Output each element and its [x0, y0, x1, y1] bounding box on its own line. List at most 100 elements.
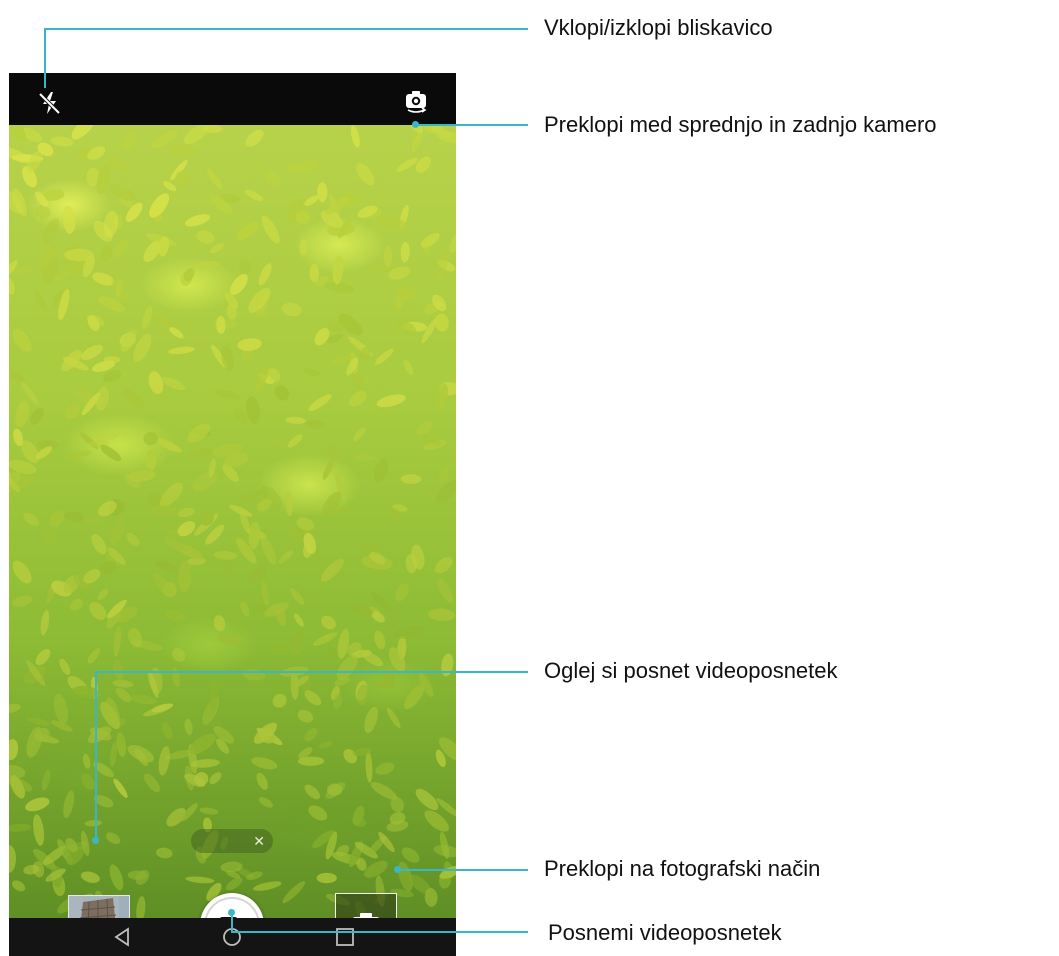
- leaf: [33, 814, 45, 846]
- leaf: [216, 634, 245, 644]
- leaf: [297, 709, 314, 723]
- leaf: [309, 263, 319, 283]
- beauty-mode-tag[interactable]: ✕: [191, 829, 273, 853]
- leaf: [322, 455, 336, 480]
- flash-callout-label: Vklopi/izklopi bliskavico: [544, 15, 773, 40]
- leaf: [290, 630, 306, 655]
- leaf: [40, 610, 50, 636]
- leaf: [308, 394, 332, 411]
- leaf: [136, 896, 146, 918]
- leaf: [270, 642, 290, 655]
- leaf: [281, 302, 302, 317]
- leaf: [168, 346, 195, 355]
- leaf: [177, 507, 195, 518]
- leaf: [193, 260, 221, 270]
- leaf: [209, 243, 225, 254]
- leaf: [388, 266, 411, 280]
- leaf: [351, 816, 367, 827]
- leaf: [113, 626, 122, 657]
- back-triangle-icon[interactable]: [111, 926, 133, 948]
- leaf: [349, 390, 367, 407]
- leaf: [375, 762, 395, 775]
- leaf: [216, 316, 226, 334]
- leaf: [164, 610, 186, 622]
- view-video-callout-line-v: [95, 671, 97, 841]
- leaf: [59, 658, 71, 675]
- leaf: [100, 246, 113, 262]
- leaf: [9, 764, 26, 779]
- leaf: [434, 557, 453, 574]
- leaf: [148, 505, 178, 517]
- leaf: [84, 820, 102, 827]
- leaf: [304, 727, 318, 742]
- leaf: [321, 615, 336, 630]
- leaf: [352, 371, 364, 388]
- leaf: [264, 171, 280, 187]
- leaf: [42, 218, 60, 244]
- leaf: [353, 427, 366, 442]
- leaf: [249, 565, 267, 584]
- close-icon[interactable]: ✕: [253, 832, 265, 850]
- leaf: [185, 876, 215, 884]
- leaf: [92, 272, 115, 286]
- leaf: [172, 647, 186, 662]
- leaf: [142, 305, 153, 330]
- recents-square-icon[interactable]: [334, 926, 356, 948]
- leaf: [184, 718, 193, 735]
- leaf: [106, 832, 121, 845]
- leaf: [169, 143, 197, 157]
- leaf: [213, 615, 226, 632]
- switch-camera-icon[interactable]: [403, 90, 429, 114]
- leaf: [12, 560, 32, 584]
- video-thumbnail[interactable]: [68, 895, 130, 918]
- leaf: [236, 221, 259, 241]
- leaf: [373, 458, 389, 483]
- photo-mode-callout-label: Preklopi na fotografski način: [544, 856, 821, 881]
- leaf: [113, 658, 125, 681]
- leaf: [25, 797, 50, 812]
- leaf: [188, 448, 215, 457]
- leaf: [196, 230, 215, 244]
- leaf: [375, 348, 394, 365]
- leaf: [100, 444, 122, 462]
- leaf: [400, 241, 410, 263]
- leaf: [115, 687, 132, 703]
- leaf: [320, 558, 344, 582]
- flash-off-icon[interactable]: [37, 90, 63, 116]
- leaf: [192, 471, 218, 492]
- leaf: [49, 510, 65, 527]
- leaf: [356, 162, 375, 186]
- leaf: [449, 231, 456, 253]
- leaf: [394, 583, 409, 602]
- view-video-callout-line-h: [95, 671, 528, 673]
- leaf: [97, 588, 109, 601]
- camera-viewfinder[interactable]: ✕: [9, 125, 456, 918]
- flash-callout-line-v: [44, 28, 46, 88]
- leaf: [184, 214, 210, 227]
- leaf: [394, 625, 425, 639]
- leaf: [207, 169, 223, 190]
- leaf: [64, 511, 84, 523]
- leaf: [178, 560, 192, 593]
- leaf: [130, 694, 157, 705]
- leaf: [12, 595, 33, 607]
- leaf: [383, 245, 393, 268]
- leaf: [285, 416, 306, 424]
- leaf: [354, 454, 376, 462]
- switch-to-photo-button[interactable]: [335, 893, 397, 918]
- leaf: [285, 490, 294, 517]
- leaf: [312, 632, 338, 646]
- leaf: [272, 693, 287, 708]
- leaf: [158, 746, 170, 776]
- flash-callout-line-h: [44, 28, 528, 30]
- phone-screen: ✕: [9, 73, 456, 956]
- leaf: [289, 587, 305, 605]
- leaf: [240, 601, 250, 617]
- leaf: [274, 385, 290, 401]
- leaf: [50, 136, 74, 147]
- leaf: [303, 368, 320, 377]
- leaf: [112, 679, 134, 688]
- leaf: [160, 376, 186, 391]
- leaf: [29, 408, 44, 425]
- record-callout-label: Posnemi videoposnetek: [548, 920, 782, 945]
